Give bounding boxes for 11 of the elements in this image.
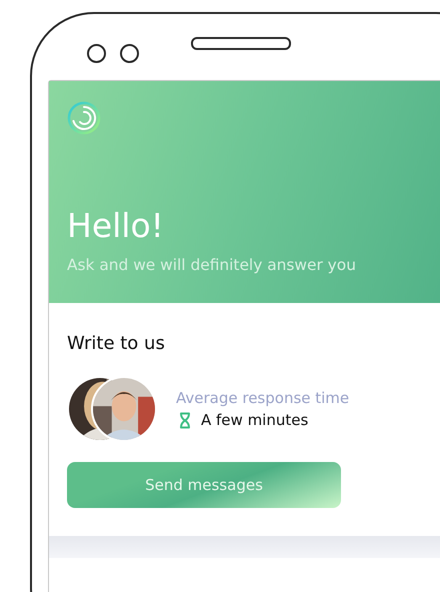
speaker-icon (191, 36, 291, 50)
greeting-title: Hello! (67, 208, 164, 244)
response-time-label: Average response time (176, 389, 350, 407)
camera-icon (87, 44, 106, 62)
logo-icon (67, 101, 101, 135)
greeting-subtitle: Ask and we will definitely answer you (67, 256, 356, 274)
hourglass-icon (179, 412, 191, 428)
response-time-value: A few minutes (201, 411, 308, 429)
camera-icon (120, 44, 139, 62)
section-title: Write to us (67, 333, 165, 354)
send-messages-button[interactable]: Send messages (67, 462, 341, 508)
